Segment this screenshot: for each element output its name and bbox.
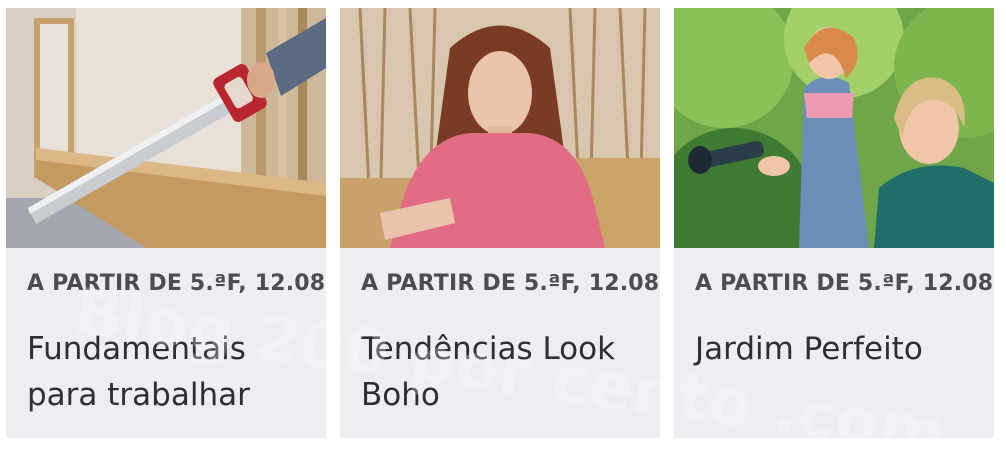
card-image-tools [6, 8, 326, 248]
promo-card-tools[interactable]: A PARTIR DE 5.ªF, 12.08 Fundamentais par… [6, 8, 326, 438]
card-date: A PARTIR DE 5.ªF, 12.08 [27, 271, 326, 296]
promo-card-grid: A PARTIR DE 5.ªF, 12.08 Fundamentais par… [6, 8, 996, 438]
card-title[interactable]: Fundamentais para trabalhar [27, 326, 317, 418]
card-image-garden [674, 8, 994, 248]
promo-card-boho[interactable]: A PARTIR DE 5.ªF, 12.08 Tendências Look … [340, 8, 660, 438]
card-date: A PARTIR DE 5.ªF, 12.08 [695, 271, 994, 296]
card-title[interactable]: Tendências Look Boho [361, 326, 651, 418]
card-title[interactable]: Jardim Perfeito [695, 326, 985, 372]
card-image-boho [340, 8, 660, 248]
card-date: A PARTIR DE 5.ªF, 12.08 [361, 271, 660, 296]
promo-card-garden[interactable]: A PARTIR DE 5.ªF, 12.08 Jardim Perfeito [674, 8, 994, 438]
